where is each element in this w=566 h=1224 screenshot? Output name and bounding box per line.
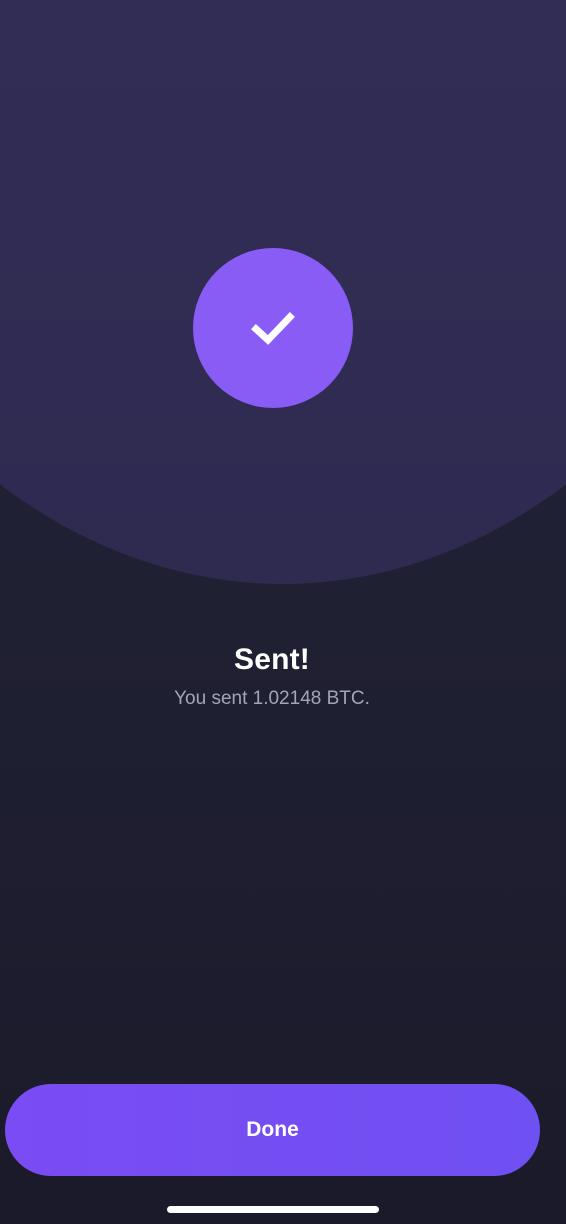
send-success-screen: Sent! You sent 1.02148 BTC. Done [0,0,566,1224]
home-indicator[interactable] [167,1206,379,1213]
confirmation-title: Sent! [234,643,310,676]
success-badge [193,248,353,408]
done-button[interactable]: Done [5,1084,540,1176]
checkmark-icon [251,312,295,345]
done-button-label: Done [246,1118,299,1141]
confirmation-message: You sent 1.02148 BTC. [174,688,370,709]
